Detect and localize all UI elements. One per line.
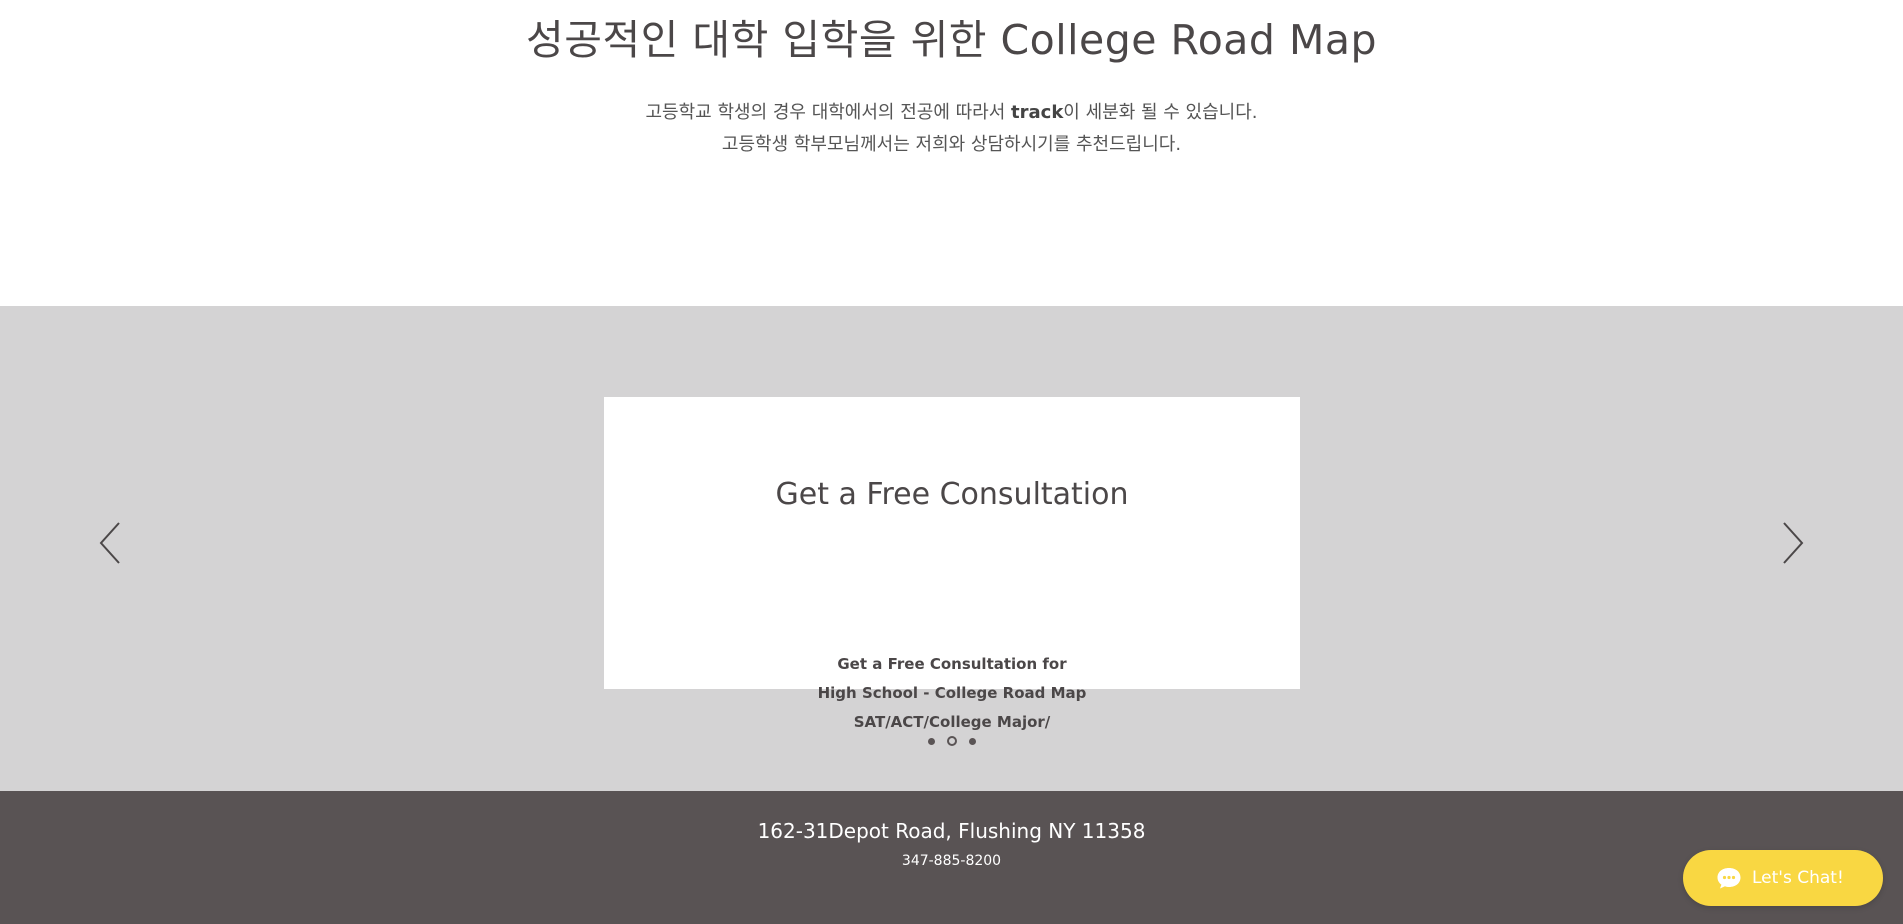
hero-section: 성공적인 대학 입학을 위한 College Road Map 고등학교 학생의… bbox=[0, 0, 1903, 306]
card-body: Get a Free Consultation for High School -… bbox=[604, 650, 1300, 737]
footer-address: 162-31Depot Road, Flushing NY 11358 bbox=[757, 819, 1146, 843]
chat-label: Let's Chat! bbox=[1752, 868, 1844, 888]
footer-phone: 347-885-8200 bbox=[901, 853, 1002, 869]
slider-next-button[interactable] bbox=[1778, 520, 1808, 566]
slider-dot[interactable] bbox=[968, 737, 976, 745]
footer: 162-31Depot Road, Flushing NY 11358 347-… bbox=[0, 791, 1903, 924]
card-line: SAT/ACT/College Major/ bbox=[853, 713, 1051, 731]
page-title: 성공적인 대학 입학을 위한 College Road Map bbox=[526, 16, 1377, 64]
card-title: Get a Free Consultation bbox=[775, 477, 1129, 512]
hero-description-line-2: 고등학생 학부모님께서는 저희와 상담하시기를 추천드립니다. bbox=[721, 134, 1182, 155]
chevron-right-icon bbox=[1783, 522, 1804, 564]
hero-description-line-1: 고등학교 학생의 경우 대학에서의 전공에 따라서 track이 세분화 될 수… bbox=[645, 102, 1258, 123]
card-line: High School - College Road Map bbox=[817, 684, 1087, 702]
slider-pagination bbox=[0, 736, 1903, 746]
card-line: Get a Free Consultation for bbox=[837, 655, 1067, 673]
slider-dot[interactable] bbox=[927, 737, 935, 745]
slider-prev-button[interactable] bbox=[95, 520, 125, 566]
chat-button[interactable]: Let's Chat! bbox=[1683, 850, 1883, 906]
chat-bubble-icon bbox=[1717, 868, 1741, 889]
consultation-card: Get a Free Consultation Get a Free Consu… bbox=[604, 397, 1300, 731]
slider-dot[interactable] bbox=[946, 736, 957, 746]
consultation-slider: Get a Free Consultation Get a Free Consu… bbox=[0, 306, 1903, 791]
hero-description: 고등학교 학생의 경우 대학에서의 전공에 따라서 track이 세분화 될 수… bbox=[0, 97, 1903, 161]
chevron-left-icon bbox=[99, 522, 120, 564]
